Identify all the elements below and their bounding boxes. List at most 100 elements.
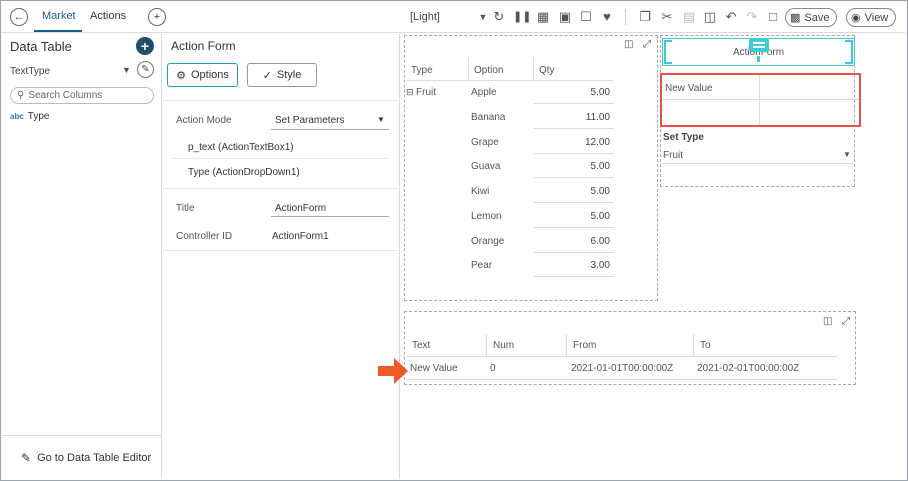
expand-icon[interactable]: ⤢ [842,316,850,327]
row-qty: 12.00 [584,137,610,148]
column-header-to[interactable]: To [700,340,711,351]
pivot-table-card[interactable] [404,35,658,301]
action-form-settings-panel: Action Form ⚙ Options ✓ Style Action Mod… [163,34,400,479]
row-divider [534,128,614,129]
callout-arrow-icon [378,358,408,384]
save-button[interactable]: ▩ Save [785,8,838,27]
result-cell-num: 0 [490,363,496,374]
export-icon[interactable]: ◫ [624,39,633,50]
export-icon[interactable]: ◫ [823,316,832,327]
row-qty: 11.00 [585,112,610,123]
row-qty: 5.00 [590,161,610,172]
undo-icon[interactable]: ↶ [723,9,739,25]
tab-market[interactable]: Market [42,10,76,22]
back-icon[interactable]: ← [10,8,28,26]
style-label: Style [276,69,302,81]
selection-bracket-left [664,40,672,64]
comment-icon[interactable]: □ [765,9,781,25]
row-divider [534,153,614,154]
row-divider [407,379,837,380]
cut-icon[interactable]: ✂ [659,9,675,25]
theme-dropdown-icon[interactable]: ▼ [475,9,491,25]
selection-connector [757,56,760,62]
search-icon: ⚲ [17,90,25,101]
column-divider [468,58,469,80]
collapse-icon[interactable]: ⊟ [406,87,414,98]
edit-pen-icon[interactable]: ✎ [137,61,154,78]
view-label: View [864,11,889,24]
chevron-down-icon[interactable]: ▼ [122,65,131,75]
action-mode-select[interactable]: Set Parameters [275,115,344,126]
search-columns-box[interactable]: ⚲ [10,87,154,104]
bookmark-icon[interactable]: ☐ [578,9,594,25]
data-source-select[interactable]: TextType [10,66,50,77]
chevron-down-icon[interactable]: ▼ [377,115,385,124]
add-data-table-button[interactable]: + [136,37,154,55]
column-divider [566,334,567,356]
header-divider [407,356,837,357]
search-input[interactable] [28,90,139,101]
header-divider [407,80,613,81]
row-option: Kiwi [471,186,490,197]
selection-bracket-right [845,40,853,64]
tab-actions[interactable]: Actions [90,10,126,22]
refresh-icon[interactable]: ↻ [491,9,507,25]
divider [163,250,400,251]
pause-icon[interactable]: ❚❚ [513,9,531,25]
column-header-text[interactable]: Text [412,340,430,351]
pdf-icon[interactable]: ▣ [557,9,573,25]
select-underline [271,129,389,130]
text-value-input[interactable]: New Value [665,83,713,94]
delete-icon[interactable]: ◫ [702,9,718,25]
row-option: Banana [471,112,506,123]
controller-id-value: ActionForm1 [272,231,329,242]
column-header-type[interactable]: Type [411,65,433,76]
style-tab-button[interactable]: ✓ Style [247,63,317,87]
row-qty: 5.00 [590,186,610,197]
title-label: Title [176,203,195,214]
row-divider [534,227,614,228]
set-type-label: Set Type [663,132,704,143]
row-divider [534,252,614,253]
theme-selector[interactable]: [Light] [410,11,440,23]
bell-icon[interactable]: ♥ [599,9,615,25]
column-header-option[interactable]: Option [474,65,503,76]
row-option: Guava [471,161,501,172]
divider [163,100,400,101]
chevron-down-icon[interactable]: ▼ [843,150,851,159]
group-label: Fruit [416,87,436,98]
param-item[interactable]: Type (ActionDropDown1) [188,167,300,178]
go-to-data-table-editor-button[interactable]: ✎ Go to Data Table Editor [2,435,162,479]
row-qty: 5.00 [590,211,610,222]
add-tab-icon[interactable]: + [148,8,166,26]
row-qty: 6.00 [590,236,610,247]
snapshot-icon[interactable]: ▦ [535,9,551,25]
column-header-from[interactable]: From [573,340,596,351]
drag-handle-icon[interactable] [749,38,769,52]
title-input[interactable]: ActionForm [275,203,326,214]
paste-icon[interactable]: ▤ [681,9,697,25]
redo-icon[interactable]: ↷ [744,9,760,25]
options-tab-button[interactable]: ⚙ Options [167,63,238,87]
row-divider [534,103,614,104]
top-toolbar: ← Market Actions + [Light] ▼ ↻ ❚❚ ▦ ▣ ☐ … [1,1,905,33]
options-label: Options [190,69,229,81]
edit-icon: ✎ [21,450,32,465]
expand-icon[interactable]: ⤢ [643,39,651,50]
dropdown-underline [662,163,854,164]
column-header-num[interactable]: Num [493,340,514,351]
panel-title: Data Table [10,39,72,54]
result-cell-to: 2021-02-01T00:00:00Z [697,363,800,374]
set-type-dropdown[interactable]: Fruit [663,150,683,161]
active-tab-indicator [34,30,82,32]
goto-label: Go to Data Table Editor [37,451,152,464]
row-option: Orange [471,236,505,247]
gear-icon: ⚙ [176,69,186,82]
copy-icon[interactable]: ❐ [637,9,653,25]
param-item[interactable]: p_text (ActionTextBox1) [188,142,294,153]
column-item[interactable]: abc Type [10,111,49,122]
row-divider [534,276,614,277]
column-name: Type [27,111,50,122]
column-header-qty[interactable]: Qty [539,65,555,76]
view-button[interactable]: ◉ View [846,8,897,27]
